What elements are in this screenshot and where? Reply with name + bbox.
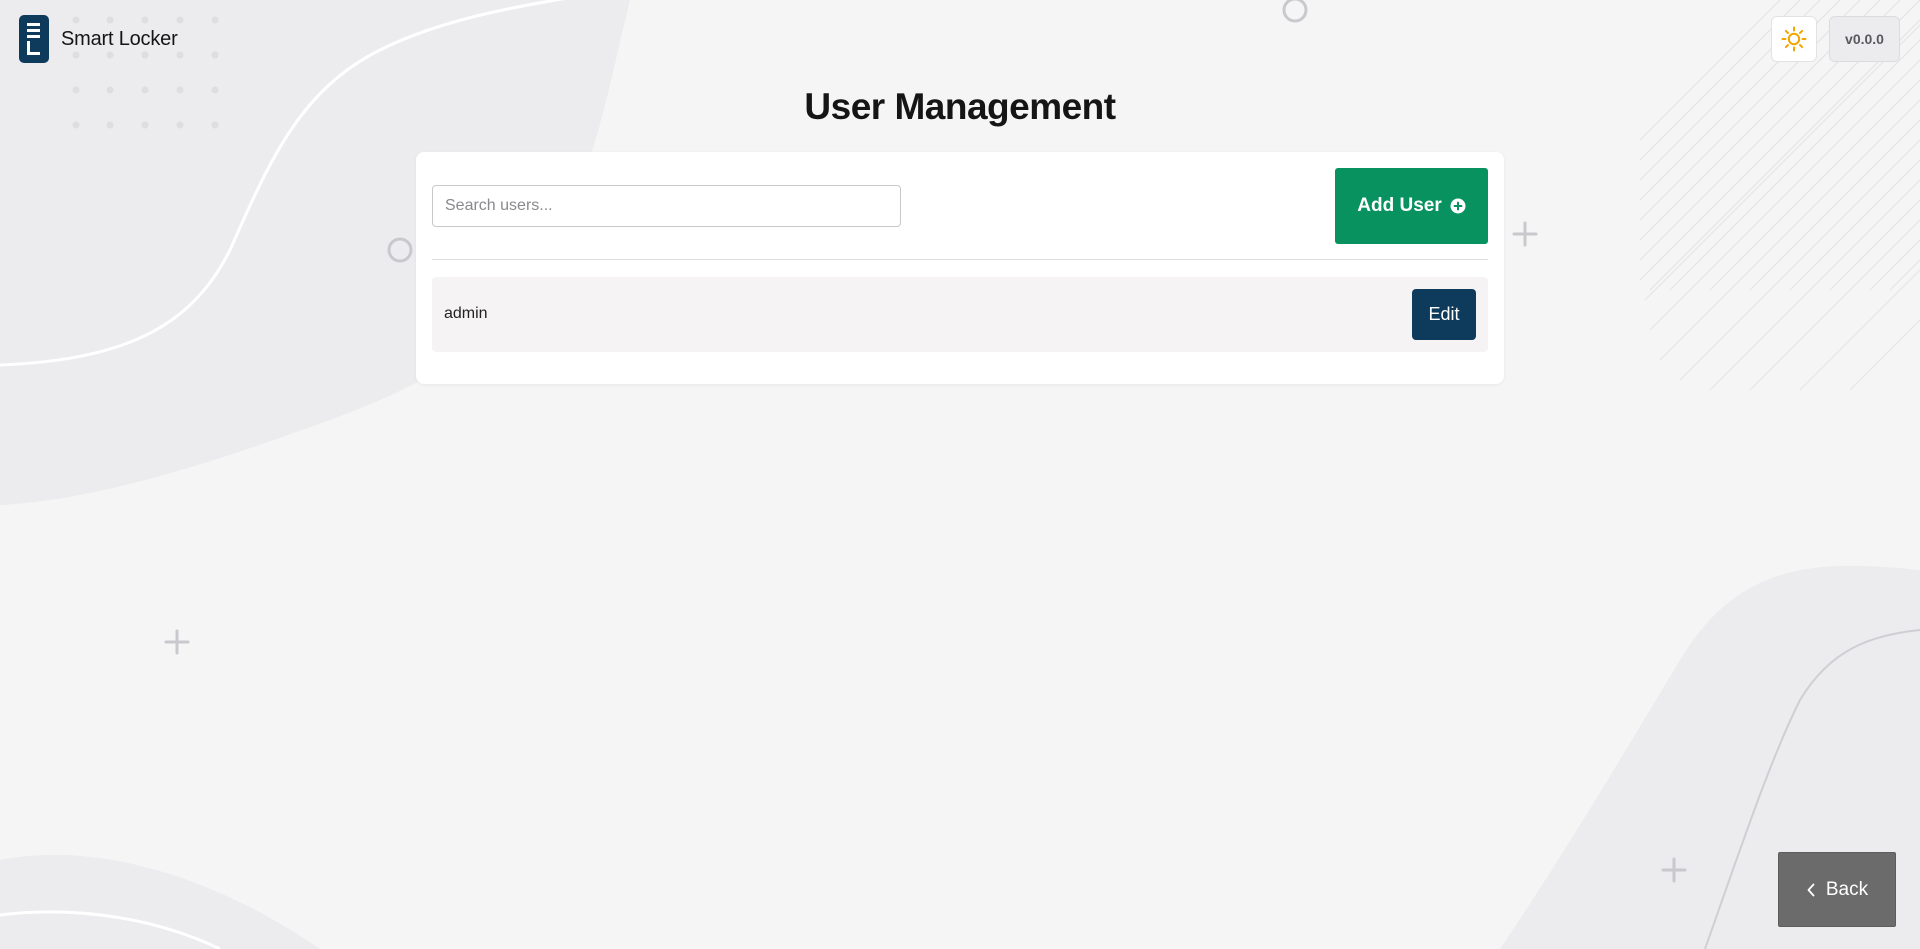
back-label: Back xyxy=(1825,878,1869,900)
version-badge: v0.0.0 xyxy=(1829,16,1900,62)
theme-toggle-button[interactable] xyxy=(1771,16,1817,62)
decorative-background xyxy=(0,0,1920,949)
add-user-label: Add User xyxy=(1357,195,1442,216)
divider xyxy=(432,259,1488,260)
chevron-left-icon xyxy=(1806,883,1816,897)
locker-logo-icon xyxy=(19,15,49,63)
back-button[interactable]: Back xyxy=(1778,852,1896,927)
page-title: User Management xyxy=(804,86,1116,127)
add-user-button[interactable]: Add User xyxy=(1335,168,1488,244)
plus-circle-icon xyxy=(1450,198,1466,214)
user-list-item: admin Edit xyxy=(432,277,1488,352)
brand[interactable]: Smart Locker xyxy=(19,15,178,63)
user-name: admin xyxy=(444,305,488,322)
sun-icon xyxy=(1781,26,1807,52)
user-management-card: Add User admin Edit xyxy=(416,152,1504,384)
search-input[interactable] xyxy=(432,185,901,227)
edit-user-button[interactable]: Edit xyxy=(1412,289,1476,340)
app-name: Smart Locker xyxy=(61,27,178,50)
